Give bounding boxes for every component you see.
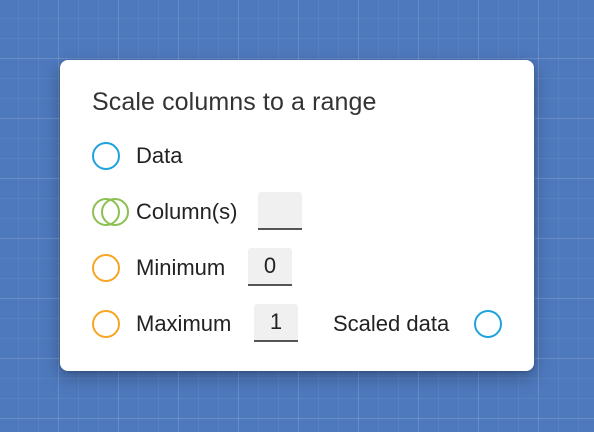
minimum-input[interactable] (248, 248, 292, 286)
scaled-data-output-port[interactable] (474, 310, 502, 338)
port-ring-icon (101, 198, 129, 226)
node-title: Scale columns to a range (92, 88, 377, 116)
columns-input-port[interactable] (92, 198, 130, 226)
columns-label: Column(s) (136, 199, 238, 224)
scale-columns-node[interactable]: Scale columns to a range Data Column(s) … (60, 60, 534, 371)
maximum-input-port[interactable] (92, 310, 120, 338)
minimum-input-port[interactable] (92, 254, 120, 282)
maximum-label: Maximum (136, 311, 232, 336)
scaled-data-label: Scaled data (333, 311, 450, 336)
data-input-port[interactable] (92, 142, 120, 170)
data-label: Data (136, 143, 183, 168)
columns-input[interactable] (258, 192, 302, 230)
maximum-input[interactable] (254, 304, 298, 342)
minimum-label: Minimum (136, 255, 226, 280)
